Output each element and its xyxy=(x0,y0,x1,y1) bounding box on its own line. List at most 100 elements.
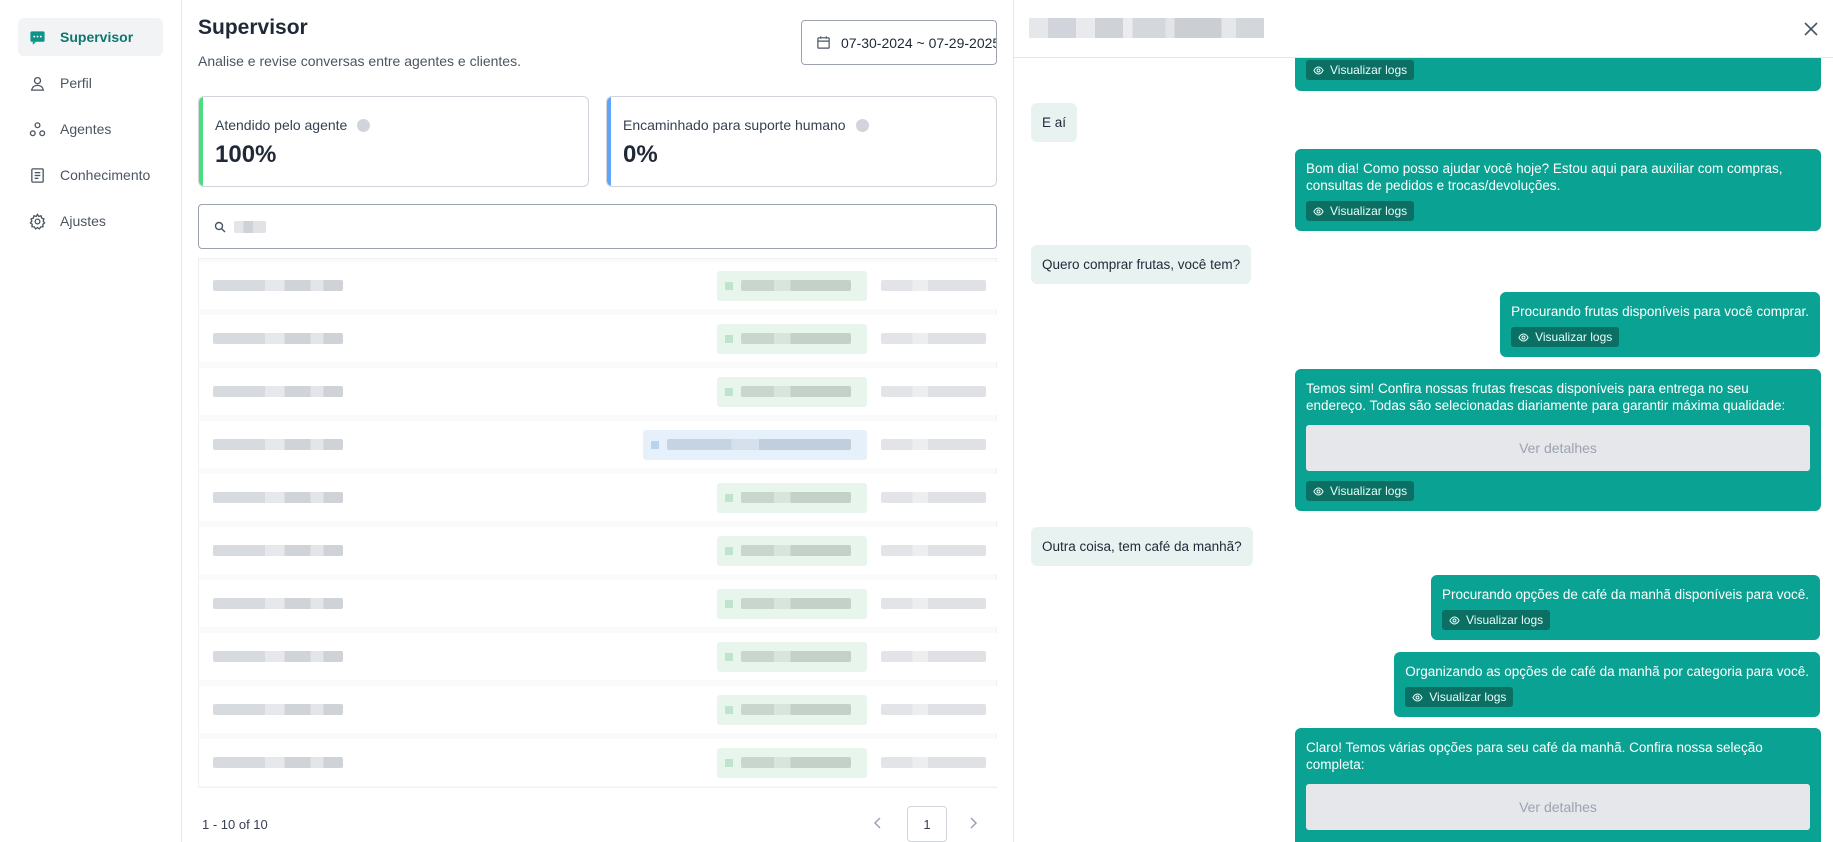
sidebar-item-label: Conhecimento xyxy=(60,167,151,183)
chat-icon xyxy=(28,28,46,46)
search-box[interactable] xyxy=(198,204,997,249)
conversation-id-redacted xyxy=(213,651,343,662)
sidebar-item-agentes[interactable]: Agentes xyxy=(18,110,163,148)
message-text: Claro! Temos várias opções para seu café… xyxy=(1306,740,1763,772)
sidebar-item-ajustes[interactable]: Ajustes xyxy=(18,202,163,240)
status-badge xyxy=(717,482,867,513)
table-row[interactable] xyxy=(199,262,998,309)
bot-message: Procurando frutas disponíveis para você … xyxy=(1500,292,1820,357)
sidebar-item-perfil[interactable]: Perfil xyxy=(18,64,163,102)
date-range-picker[interactable]: 07-30-2024 ~ 07-29-2025 xyxy=(801,20,997,65)
view-logs-button[interactable]: Visualizar logs xyxy=(1442,610,1551,630)
conversation-id-redacted xyxy=(213,439,343,450)
document-icon xyxy=(28,166,46,184)
eye-icon xyxy=(1412,693,1423,701)
status-dot xyxy=(725,758,733,767)
stat-card-agent-handled: Atendido pelo agente 100% xyxy=(198,96,589,187)
view-logs-label: Visualizar logs xyxy=(1330,203,1408,218)
search-input[interactable] xyxy=(269,218,989,235)
close-icon xyxy=(1804,22,1818,36)
table-row[interactable] xyxy=(199,527,998,574)
view-logs-label: Visualizar logs xyxy=(1330,483,1408,498)
pagination-prev-button[interactable] xyxy=(866,808,890,838)
status-badge xyxy=(717,376,867,407)
stat-accent-bar xyxy=(607,97,611,186)
pagination-next-button[interactable] xyxy=(961,808,985,838)
stat-accent-bar xyxy=(199,97,203,186)
stat-label: Encaminhado para suporte humano xyxy=(623,117,869,133)
table-row[interactable] xyxy=(199,421,998,468)
sidebar-item-conhecimento[interactable]: Conhecimento xyxy=(18,156,163,194)
view-details-button[interactable]: Ver detalhes xyxy=(1306,784,1810,830)
status-dot xyxy=(725,599,733,608)
message-text: Organizando as opções de café da manhã p… xyxy=(1405,664,1809,679)
status-text-redacted xyxy=(741,333,851,344)
user-message: E aí xyxy=(1031,103,1078,142)
conversation-table xyxy=(198,258,998,788)
status-dot xyxy=(725,334,733,343)
status-badge xyxy=(717,694,867,725)
table-row[interactable] xyxy=(199,315,998,362)
bot-message: Procurando opções de café da manhã dispo… xyxy=(1431,575,1820,640)
agents-icon xyxy=(28,120,46,138)
view-logs-label: Visualizar logs xyxy=(1330,62,1408,77)
view-logs-button[interactable]: Visualizar logs xyxy=(1306,60,1415,80)
timestamp-redacted xyxy=(881,492,986,503)
status-badge xyxy=(717,747,867,778)
table-row[interactable] xyxy=(199,633,998,680)
table-row[interactable] xyxy=(199,368,998,415)
eye-icon xyxy=(1313,207,1324,215)
info-icon[interactable] xyxy=(855,118,869,132)
view-details-button[interactable]: Ver detalhes xyxy=(1306,425,1810,471)
eye-icon xyxy=(1313,487,1324,495)
conversation-id-redacted xyxy=(213,598,343,609)
sidebar-item-label: Supervisor xyxy=(60,29,134,45)
timestamp-redacted xyxy=(881,333,986,344)
status-badge xyxy=(717,323,867,354)
message-text: Procurando opções de café da manhã dispo… xyxy=(1442,587,1809,602)
bot-message: Bom dia! Como posso ajudar você hoje? Es… xyxy=(1295,149,1821,231)
view-logs-button[interactable]: Visualizar logs xyxy=(1306,201,1415,221)
view-logs-button[interactable]: Visualizar logs xyxy=(1511,327,1620,347)
sidebar-item-supervisor[interactable]: Supervisor xyxy=(18,18,163,56)
conversation-id-redacted xyxy=(213,757,343,768)
status-dot xyxy=(651,440,659,449)
customer-name-redacted xyxy=(1029,18,1264,38)
view-logs-label: Visualizar logs xyxy=(1535,329,1613,344)
pagination-page-1[interactable]: 1 xyxy=(907,806,947,842)
bot-message: Organizando as opções de café da manhã p… xyxy=(1394,652,1820,717)
table-row[interactable] xyxy=(199,686,998,733)
stat-label-text: Encaminhado para suporte humano xyxy=(623,117,846,133)
table-row[interactable] xyxy=(199,474,998,521)
page-subtitle: Analise e revise conversas entre agentes… xyxy=(198,53,521,69)
status-text-redacted xyxy=(741,598,851,609)
conversation-id-redacted xyxy=(213,280,343,291)
conversation-id-redacted xyxy=(213,545,343,556)
table-row[interactable] xyxy=(199,739,998,786)
timestamp-redacted xyxy=(881,439,986,450)
info-icon[interactable] xyxy=(357,118,371,132)
eye-icon xyxy=(1313,66,1324,74)
status-dot xyxy=(725,493,733,502)
conversation-header xyxy=(1014,0,1833,58)
status-text-redacted xyxy=(667,439,851,450)
sidebar: Supervisor Perfil Agentes Conhecimento A… xyxy=(0,0,182,842)
calendar-icon xyxy=(817,36,830,49)
timestamp-redacted xyxy=(881,651,986,662)
bot-message: Temos sim! Confira nossas frutas frescas… xyxy=(1295,369,1821,511)
chevron-left-icon xyxy=(873,817,881,829)
user-message: Outra coisa, tem café da manhã? xyxy=(1031,527,1253,566)
status-text-redacted xyxy=(741,386,851,397)
view-logs-button[interactable]: Visualizar logs xyxy=(1306,481,1415,501)
view-logs-label: Visualizar logs xyxy=(1429,689,1507,704)
conversation-id-redacted xyxy=(213,333,343,344)
pagination-info: 1 - 10 of 10 xyxy=(202,817,268,832)
view-logs-button[interactable]: Visualizar logs xyxy=(1405,687,1514,707)
sidebar-item-label: Agentes xyxy=(60,121,112,137)
status-text-redacted xyxy=(741,492,851,503)
sidebar-item-label: Perfil xyxy=(60,75,92,91)
message-text: E aí xyxy=(1042,115,1067,130)
close-button[interactable] xyxy=(1800,18,1822,40)
table-row[interactable] xyxy=(199,580,998,627)
view-logs-label: Visualizar logs xyxy=(1466,612,1544,627)
